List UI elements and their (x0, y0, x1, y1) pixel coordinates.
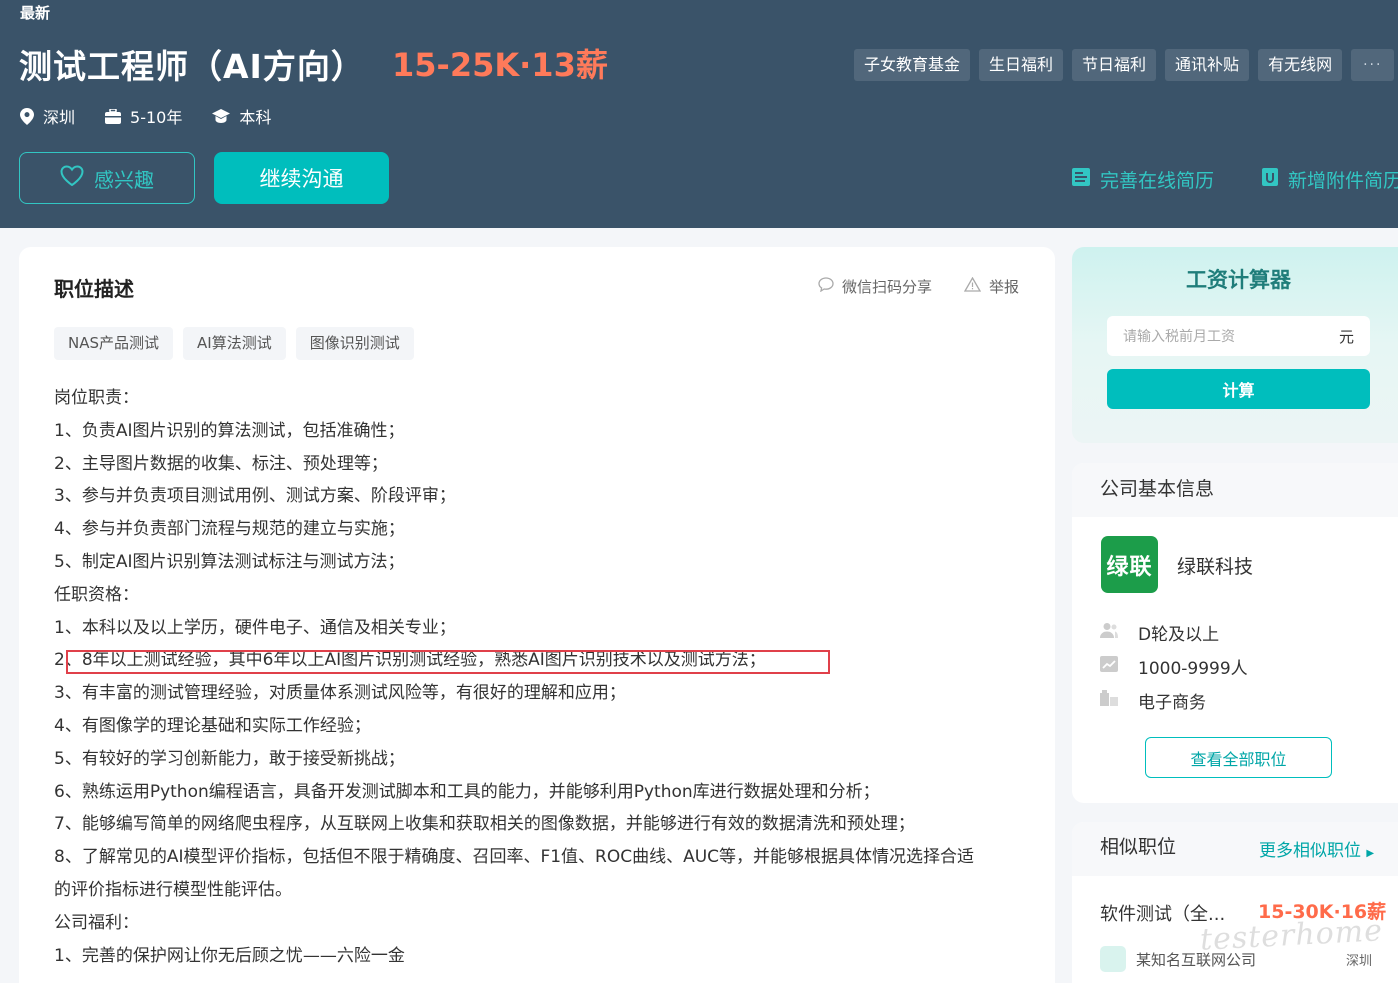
description-line: 8、了解常见的AI模型评价指标，包括但不限于精确度、召回率、F1值、ROC曲线、… (54, 847, 975, 868)
report-button[interactable]: 举报 (963, 276, 1019, 297)
graduation-cap-icon (212, 109, 231, 123)
similar-job-city: 深圳 (1346, 954, 1373, 969)
company-funding-row: D轮及以上 (1100, 615, 1248, 649)
complete-online-resume-label: 完善在线简历 (1100, 170, 1215, 192)
description-line: 1、本科以及以上学历，硬件电子、通信及相关专业； (54, 617, 456, 638)
salary-input-unit: 元 (1338, 327, 1354, 346)
description-line: 岗位职责： (54, 388, 139, 408)
view-all-jobs-button[interactable]: 查看全部职位 (1145, 737, 1332, 778)
company-industry: 电子商务 (1138, 692, 1206, 713)
more-similar-jobs-link[interactable]: 更多相似职位 ▶ (1259, 836, 1374, 861)
company-industry-row: 电子商务 (1100, 683, 1248, 717)
monthly-salary-input[interactable]: 请输入税前月工资 元 (1107, 316, 1370, 356)
similar-jobs-card: 相似职位 更多相似职位 ▶ 软件测试（全... 15-30K·16薪 某知名互联… (1072, 822, 1398, 983)
description-line: 的评价指标进行模型性能评估。 (54, 879, 292, 900)
chart-trend-icon (1100, 655, 1118, 677)
job-meta: 深圳 5-10年 本科 (20, 104, 271, 128)
resume-icon (1072, 168, 1090, 191)
latest-tag: 最新 (20, 4, 51, 22)
benefit-tag: 生日福利 (979, 49, 1064, 81)
similar-jobs-header: 相似职位 更多相似职位 ▶ (1072, 822, 1398, 876)
add-attachment-resume-label: 新增附件简历 (1288, 170, 1398, 192)
company-size-row: 1000-9999人 (1100, 649, 1248, 683)
similar-jobs-title: 相似职位 (1100, 836, 1177, 858)
skill-tag: 图像识别测试 (295, 327, 414, 360)
job-description-card: 职位描述 微信扫码分享 举报 NAS产品测试 AI算法测试 图像识别测试 岗位职… (19, 247, 1055, 983)
skill-tag: AI算法测试 (183, 327, 286, 360)
card-actions: 微信扫码分享 举报 (818, 276, 1019, 297)
company-funding: D轮及以上 (1138, 624, 1220, 645)
report-label: 举报 (988, 278, 1019, 296)
meta-experience: 5-10年 (105, 104, 182, 128)
location-pin-icon (20, 107, 34, 125)
benefit-tags: 子女教育基金 生日福利 节日福利 通讯补贴 有无线网 ··· (854, 49, 1395, 81)
description-line: 3、参与并负责项目测试用例、测试方案、阶段评审； (54, 486, 456, 507)
salary-calculator-card: 工资计算器 请输入税前月工资 元 计算 (1072, 247, 1398, 443)
job-salary: 15-25K·13薪 (392, 46, 608, 84)
continue-chat-button[interactable]: 继续沟通 (214, 152, 389, 204)
benefits-more-button[interactable]: ··· (1351, 49, 1395, 81)
resume-links: 完善在线简历 新增附件简历 (1072, 166, 1398, 193)
similar-company-logo (1100, 946, 1126, 972)
heart-icon (60, 165, 84, 191)
meta-experience-label: 5-10年 (130, 108, 183, 127)
job-title: 测试工程师（AI方向） (19, 47, 365, 86)
add-attachment-resume-link[interactable]: 新增附件简历 (1262, 166, 1398, 193)
wechat-share-label: 微信扫码分享 (841, 278, 932, 296)
skill-tags: NAS产品测试 AI算法测试 图像识别测试 (54, 327, 414, 360)
job-header: 最新 测试工程师（AI方向） 15-25K·13薪 子女教育基金 生日福利 节日… (0, 0, 1398, 228)
job-description-text: 岗位职责： 1、负责AI图片识别的算法测试，包括准确性； 2、主导图片数据的收集… (54, 382, 1024, 972)
benefit-tag: 通讯补贴 (1165, 49, 1250, 81)
meta-degree: 本科 (212, 104, 271, 128)
people-icon (1100, 622, 1118, 643)
job-description-title: 职位描述 (54, 277, 134, 301)
interest-button[interactable]: 感兴趣 (19, 152, 195, 204)
complete-online-resume-link[interactable]: 完善在线简历 (1072, 166, 1214, 193)
company-logo[interactable]: 绿联 (1101, 536, 1158, 593)
benefit-tag: 节日福利 (1072, 49, 1157, 81)
description-line: 4、参与并负责部门流程与规范的建立与实施； (54, 519, 405, 540)
description-line: 1、完善的保护网让你无后顾之忧——六险一金 (54, 945, 405, 966)
skill-tag: NAS产品测试 (54, 327, 174, 360)
caret-right-icon: ▶ (1366, 848, 1375, 859)
interest-label: 感兴趣 (94, 167, 154, 192)
description-line: 5、有较好的学习创新能力，敢于接受新挑战； (54, 748, 405, 769)
description-line: 公司福利： (54, 912, 139, 933)
calculate-button[interactable]: 计算 (1107, 369, 1370, 409)
benefit-tag: 子女教育基金 (854, 49, 971, 81)
description-line: 5、制定AI图片识别算法测试标注与测试方法； (54, 551, 405, 572)
description-line: 1、负责AI图片识别的算法测试，包括准确性； (54, 420, 405, 441)
meta-city: 深圳 (20, 104, 75, 128)
attachment-icon (1262, 168, 1279, 191)
highlight-annotation-box (66, 650, 830, 674)
more-similar-jobs-label: 更多相似职位 (1259, 841, 1361, 861)
company-info-card: 公司基本信息 绿联 绿联科技 D轮及以上 1000-9999人 电子商务 查看全… (1072, 463, 1398, 803)
company-info-header: 公司基本信息 (1072, 463, 1398, 517)
briefcase-icon (105, 108, 122, 124)
meta-degree-label: 本科 (239, 108, 272, 127)
calculator-title: 工资计算器 (1186, 268, 1291, 292)
description-line: 3、有丰富的测试管理经验，对质量体系测试风险等，有很好的理解和应用； (54, 683, 626, 704)
company-details: D轮及以上 1000-9999人 电子商务 (1100, 615, 1248, 717)
description-line: 7、能够编写简单的网络爬虫程序，从互联网上收集和获取相关的图像数据，并能够进行有… (54, 814, 915, 835)
meta-city-label: 深圳 (43, 108, 76, 127)
description-line: 6、熟练运用Python编程语言，具备开发测试脚本和工具的能力，并能够利用Pyt… (54, 781, 880, 802)
company-name[interactable]: 绿联科技 (1177, 552, 1253, 579)
salary-input-placeholder: 请输入税前月工资 (1123, 329, 1235, 345)
company-size: 1000-9999人 (1138, 658, 1248, 679)
description-line: 任职资格： (54, 584, 139, 605)
chat-bubble-icon (818, 277, 834, 296)
building-icon (1100, 689, 1118, 711)
warning-icon (963, 276, 982, 296)
description-line: 4、有图像学的理论基础和实际工作经验； (54, 715, 371, 736)
benefit-tag: 有无线网 (1258, 49, 1343, 81)
wechat-share-button[interactable]: 微信扫码分享 (818, 276, 932, 297)
description-line: 2、主导图片数据的收集、标注、预处理等； (54, 453, 388, 474)
